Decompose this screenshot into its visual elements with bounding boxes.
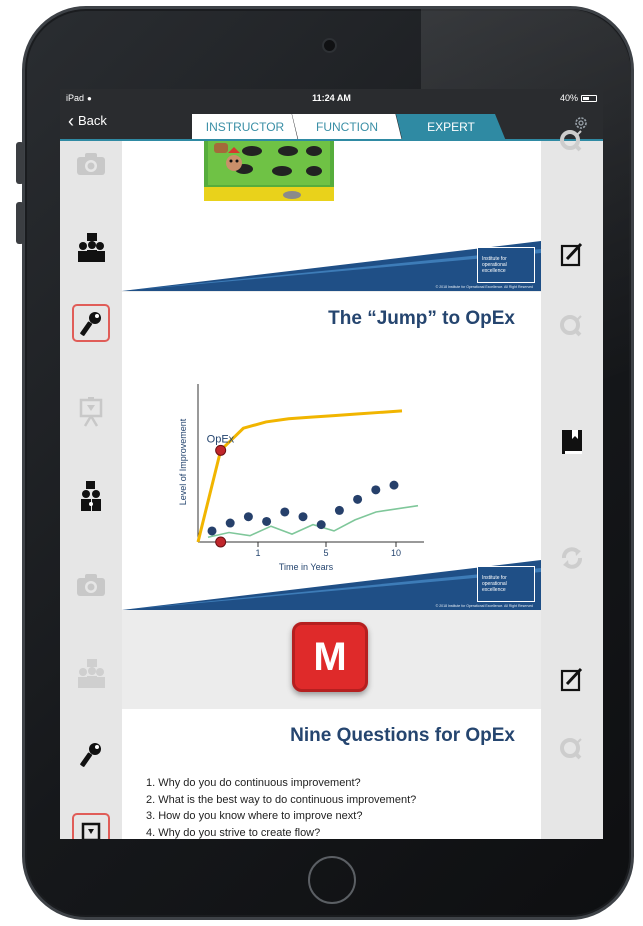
right-tool-rail	[541, 130, 603, 839]
key-icon[interactable]	[72, 304, 110, 342]
bug-marker	[371, 485, 381, 495]
bug-marker	[262, 516, 272, 526]
camera-icon[interactable]	[72, 145, 110, 183]
key-icon[interactable]	[72, 735, 110, 773]
slide-jump-to-opex[interactable]: The “Jump” to OpEx 1 5 10 Time in Years Leve…	[122, 292, 541, 610]
search-icon[interactable]	[553, 308, 591, 346]
presentation-icon[interactable]	[72, 393, 110, 431]
bug-marker	[353, 494, 363, 504]
institute-logo: Institute for operational excellence	[477, 566, 535, 602]
x-tick-label: 10	[391, 548, 401, 558]
presentation-icon[interactable]	[72, 813, 110, 839]
slide-title: Nine Questions for OpEx	[290, 725, 515, 746]
back-button[interactable]: ‹ Back	[68, 110, 107, 131]
m-badge[interactable]: M	[292, 622, 368, 692]
chevron-left-icon: ‹	[68, 110, 74, 131]
list-item: 1. Why do you do continuous improvement?	[146, 777, 361, 789]
battery-icon	[581, 94, 597, 102]
tab-function[interactable]: FUNCTION	[292, 114, 402, 141]
top-bar: iPad ● 11:24 AM 40% ‹ Back INSTRUCTOR FU…	[60, 89, 603, 142]
institute-logo: Institute for operational excellence	[477, 247, 535, 283]
incremental-line	[207, 504, 419, 539]
refresh-icon[interactable]	[553, 539, 591, 577]
status-time: 11:24 AM	[312, 93, 351, 103]
copyright-text: © 2018 Institute for Operational Excelle…	[435, 285, 533, 289]
search-icon[interactable]	[553, 123, 591, 161]
home-button[interactable]	[308, 856, 356, 904]
bug-marker	[243, 512, 253, 522]
list-item: 3. How do you know where to improve next…	[146, 810, 363, 822]
back-label: Back	[78, 113, 107, 128]
start-marker	[215, 536, 227, 548]
copyright-text: © 2018 Institute for Operational Excelle…	[435, 604, 533, 608]
bug-marker	[389, 480, 399, 490]
tab-instructor[interactable]: INSTRUCTOR	[192, 114, 298, 141]
opex-marker	[215, 444, 227, 456]
x-tick-label: 1	[255, 548, 260, 558]
app-screen: iPad ● 11:24 AM 40% ‹ Back INSTRUCTOR FU…	[60, 89, 603, 839]
edit-icon[interactable]	[553, 235, 591, 273]
improvement-chart: 1 5 10Time in YearsLevel of Improvement OpE…	[178, 384, 424, 572]
slide-nine-questions[interactable]: Nine Questions for OpEx 1. Why do you do…	[122, 709, 541, 839]
team-icon[interactable]	[72, 655, 110, 693]
whack-a-mole-illustration	[204, 141, 334, 201]
camera-icon[interactable]	[72, 566, 110, 604]
left-tool-rail	[60, 141, 122, 839]
people-flow-icon[interactable]	[72, 477, 110, 515]
team-icon[interactable]	[72, 229, 110, 267]
volume-up-button	[16, 202, 24, 244]
bug-marker	[316, 520, 326, 530]
list-item: 2. What is the best way to do continuous…	[146, 793, 417, 806]
front-camera	[322, 38, 337, 53]
status-right: 40%	[560, 93, 597, 103]
bug-marker	[298, 512, 308, 522]
slide-game-image[interactable]: Institute for operational excellence © 2…	[122, 141, 541, 291]
questions-list: 1. Why do you do continuous improvement?…	[146, 775, 416, 839]
bug-marker	[334, 505, 344, 515]
opex-annotation: OpEx	[207, 433, 235, 445]
list-item: 4. Why do you strive to create flow?	[146, 826, 321, 839]
bug-marker	[207, 526, 217, 536]
bug-marker	[280, 507, 290, 517]
y-axis-label: Level of Improvement	[178, 418, 188, 505]
tab-expert[interactable]: EXPERT	[396, 114, 506, 141]
book-icon[interactable]	[553, 423, 591, 461]
search-icon[interactable]	[553, 731, 591, 769]
mute-switch	[16, 142, 24, 184]
slide-title: The “Jump” to OpEx	[328, 308, 515, 329]
edit-icon[interactable]	[553, 660, 591, 698]
battery-percent: 40%	[559, 93, 578, 103]
bug-marker	[225, 518, 235, 528]
audience-tabs: INSTRUCTOR FUNCTION EXPERT	[192, 114, 506, 141]
x-tick-label: 5	[323, 548, 328, 558]
